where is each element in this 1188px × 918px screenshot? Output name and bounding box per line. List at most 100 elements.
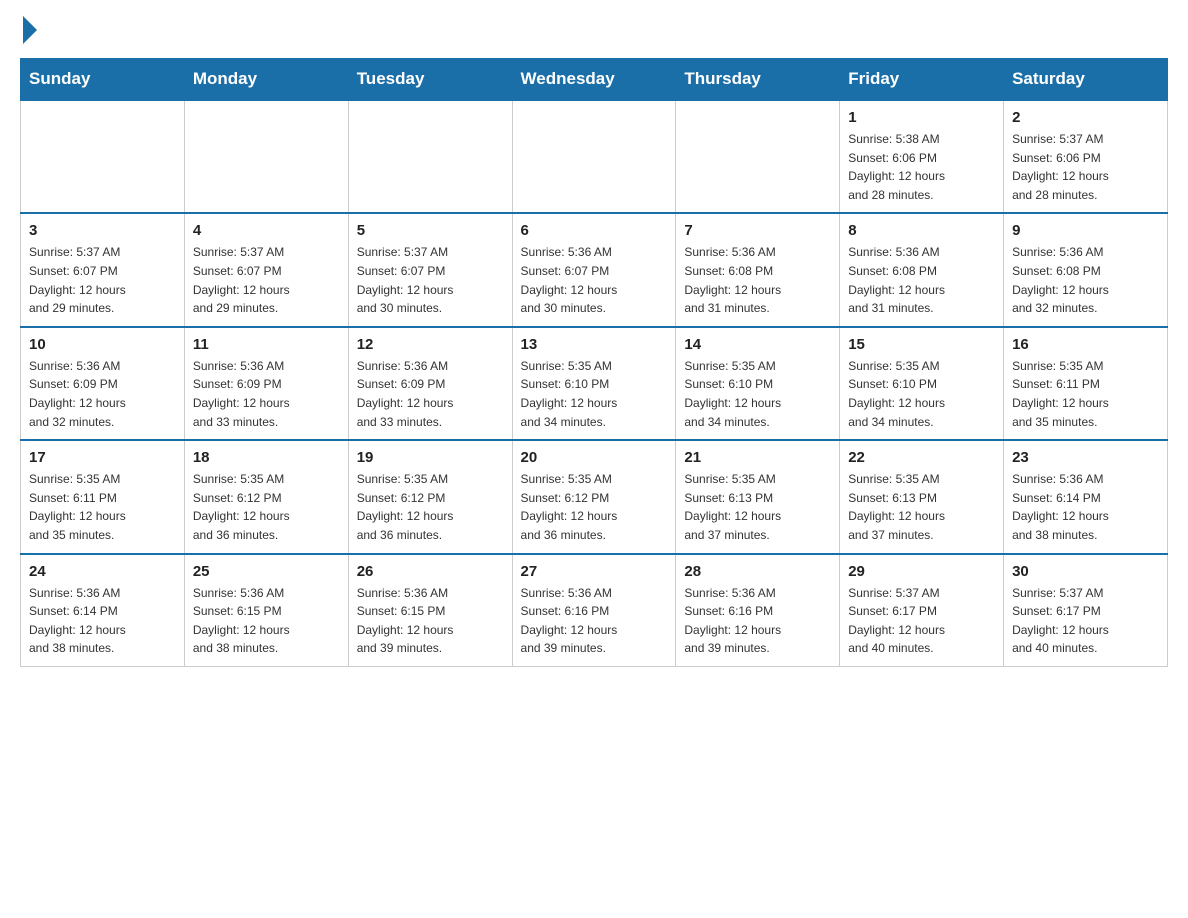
day-number: 12 bbox=[357, 336, 504, 353]
calendar-cell: 12Sunrise: 5:36 AM Sunset: 6:09 PM Dayli… bbox=[348, 327, 512, 440]
day-info: Sunrise: 5:36 AM Sunset: 6:09 PM Dayligh… bbox=[193, 357, 340, 431]
calendar-cell: 7Sunrise: 5:36 AM Sunset: 6:08 PM Daylig… bbox=[676, 213, 840, 326]
calendar-cell: 28Sunrise: 5:36 AM Sunset: 6:16 PM Dayli… bbox=[676, 554, 840, 667]
header-monday: Monday bbox=[184, 59, 348, 101]
day-info: Sunrise: 5:37 AM Sunset: 6:07 PM Dayligh… bbox=[193, 243, 340, 317]
day-number: 11 bbox=[193, 336, 340, 353]
day-info: Sunrise: 5:35 AM Sunset: 6:12 PM Dayligh… bbox=[357, 470, 504, 544]
calendar-cell: 18 Sunrise: 5:35 AM Sunset: 6:12 PM Dayli… bbox=[184, 440, 348, 553]
calendar-cell: 29 Sunrise: 5:37 AM Sunset: 6:17 PM Dayli… bbox=[840, 554, 1004, 667]
calendar-cell: 4 Sunrise: 5:37 AM Sunset: 6:07 PM Daylig… bbox=[184, 213, 348, 326]
calendar-cell: 26 Sunrise: 5:36 AM Sunset: 6:15 PM Dayli… bbox=[348, 554, 512, 667]
day-number: 16 bbox=[1012, 336, 1159, 353]
day-number: 7 bbox=[684, 222, 831, 239]
day-number: 21 bbox=[684, 449, 831, 466]
day-info: Sunrise: 5:35 AM Sunset: 6:10 PM Dayligh… bbox=[684, 357, 831, 431]
header-wednesday: Wednesday bbox=[512, 59, 676, 101]
calendar-cell: 24 Sunrise: 5:36 AM Sunset: 6:14 PM Dayli… bbox=[21, 554, 185, 667]
day-number: 29 bbox=[848, 563, 995, 580]
day-number: 23 bbox=[1012, 449, 1159, 466]
day-info: Sunrise: 5:35 AM Sunset: 6:10 PM Dayligh… bbox=[521, 357, 668, 431]
day-info: Sunrise: 5:37 AM Sunset: 6:06 PM Dayligh… bbox=[1012, 130, 1159, 204]
calendar-cell: 25Sunrise: 5:36 AM Sunset: 6:15 PM Dayli… bbox=[184, 554, 348, 667]
calendar-cell: 20 Sunrise: 5:35 AM Sunset: 6:12 PM Dayli… bbox=[512, 440, 676, 553]
day-info: Sunrise: 5:37 AM Sunset: 6:07 PM Dayligh… bbox=[357, 243, 504, 317]
day-info: Sunrise: 5:37 AM Sunset: 6:17 PM Dayligh… bbox=[848, 584, 995, 658]
week-row-4: 17 Sunrise: 5:35 AM Sunset: 6:11 PM Dayli… bbox=[21, 440, 1168, 553]
day-number: 4 bbox=[193, 222, 340, 239]
day-number: 1 bbox=[848, 109, 995, 126]
week-row-1: 1 Sunrise: 5:38 AM Sunset: 6:06 PM Daylig… bbox=[21, 100, 1168, 213]
day-info: Sunrise: 5:35 AM Sunset: 6:11 PM Dayligh… bbox=[1012, 357, 1159, 431]
header-thursday: Thursday bbox=[676, 59, 840, 101]
calendar-cell: 23 Sunrise: 5:36 AM Sunset: 6:14 PM Dayli… bbox=[1004, 440, 1168, 553]
day-info: Sunrise: 5:37 AM Sunset: 6:17 PM Dayligh… bbox=[1012, 584, 1159, 658]
day-info: Sunrise: 5:37 AM Sunset: 6:07 PM Dayligh… bbox=[29, 243, 176, 317]
day-number: 3 bbox=[29, 222, 176, 239]
calendar-cell: 21 Sunrise: 5:35 AM Sunset: 6:13 PM Dayli… bbox=[676, 440, 840, 553]
header-sunday: Sunday bbox=[21, 59, 185, 101]
calendar-cell bbox=[676, 100, 840, 213]
day-info: Sunrise: 5:35 AM Sunset: 6:13 PM Dayligh… bbox=[848, 470, 995, 544]
day-info: Sunrise: 5:36 AM Sunset: 6:14 PM Dayligh… bbox=[1012, 470, 1159, 544]
calendar-cell: 19 Sunrise: 5:35 AM Sunset: 6:12 PM Dayli… bbox=[348, 440, 512, 553]
calendar-cell: 8 Sunrise: 5:36 AM Sunset: 6:08 PM Daylig… bbox=[840, 213, 1004, 326]
day-info: Sunrise: 5:36 AM Sunset: 6:16 PM Dayligh… bbox=[684, 584, 831, 658]
day-number: 19 bbox=[357, 449, 504, 466]
calendar-cell bbox=[348, 100, 512, 213]
calendar-cell: 17 Sunrise: 5:35 AM Sunset: 6:11 PM Dayli… bbox=[21, 440, 185, 553]
day-info: Sunrise: 5:35 AM Sunset: 6:13 PM Dayligh… bbox=[684, 470, 831, 544]
day-number: 6 bbox=[521, 222, 668, 239]
calendar-cell: 6 Sunrise: 5:36 AM Sunset: 6:07 PM Daylig… bbox=[512, 213, 676, 326]
logo-arrow-icon bbox=[23, 16, 37, 44]
day-number: 27 bbox=[521, 563, 668, 580]
day-info: Sunrise: 5:35 AM Sunset: 6:11 PM Dayligh… bbox=[29, 470, 176, 544]
calendar-cell bbox=[184, 100, 348, 213]
day-info: Sunrise: 5:35 AM Sunset: 6:10 PM Dayligh… bbox=[848, 357, 995, 431]
page-header bbox=[20, 20, 1168, 38]
calendar-cell: 14 Sunrise: 5:35 AM Sunset: 6:10 PM Dayli… bbox=[676, 327, 840, 440]
day-number: 26 bbox=[357, 563, 504, 580]
calendar-cell: 10 Sunrise: 5:36 AM Sunset: 6:09 PM Dayli… bbox=[21, 327, 185, 440]
day-info: Sunrise: 5:36 AM Sunset: 6:14 PM Dayligh… bbox=[29, 584, 176, 658]
calendar-cell: 9Sunrise: 5:36 AM Sunset: 6:08 PM Daylig… bbox=[1004, 213, 1168, 326]
day-info: Sunrise: 5:35 AM Sunset: 6:12 PM Dayligh… bbox=[521, 470, 668, 544]
weekday-header-row: Sunday Monday Tuesday Wednesday Thursday… bbox=[21, 59, 1168, 101]
week-row-3: 10 Sunrise: 5:36 AM Sunset: 6:09 PM Dayli… bbox=[21, 327, 1168, 440]
header-friday: Friday bbox=[840, 59, 1004, 101]
day-info: Sunrise: 5:36 AM Sunset: 6:16 PM Dayligh… bbox=[521, 584, 668, 658]
day-info: Sunrise: 5:36 AM Sunset: 6:15 PM Dayligh… bbox=[357, 584, 504, 658]
calendar-cell bbox=[512, 100, 676, 213]
day-info: Sunrise: 5:36 AM Sunset: 6:09 PM Dayligh… bbox=[29, 357, 176, 431]
day-number: 20 bbox=[521, 449, 668, 466]
calendar-cell: 15 Sunrise: 5:35 AM Sunset: 6:10 PM Dayli… bbox=[840, 327, 1004, 440]
day-info: Sunrise: 5:36 AM Sunset: 6:07 PM Dayligh… bbox=[521, 243, 668, 317]
calendar-cell: 2 Sunrise: 5:37 AM Sunset: 6:06 PM Daylig… bbox=[1004, 100, 1168, 213]
day-number: 14 bbox=[684, 336, 831, 353]
day-number: 10 bbox=[29, 336, 176, 353]
day-info: Sunrise: 5:36 AM Sunset: 6:08 PM Dayligh… bbox=[848, 243, 995, 317]
logo bbox=[20, 20, 37, 38]
day-number: 5 bbox=[357, 222, 504, 239]
calendar-cell: 3 Sunrise: 5:37 AM Sunset: 6:07 PM Daylig… bbox=[21, 213, 185, 326]
day-number: 22 bbox=[848, 449, 995, 466]
day-number: 8 bbox=[848, 222, 995, 239]
day-number: 25 bbox=[193, 563, 340, 580]
calendar-cell: 30Sunrise: 5:37 AM Sunset: 6:17 PM Dayli… bbox=[1004, 554, 1168, 667]
day-number: 17 bbox=[29, 449, 176, 466]
calendar-cell: 27 Sunrise: 5:36 AM Sunset: 6:16 PM Dayli… bbox=[512, 554, 676, 667]
day-number: 18 bbox=[193, 449, 340, 466]
day-info: Sunrise: 5:38 AM Sunset: 6:06 PM Dayligh… bbox=[848, 130, 995, 204]
day-number: 15 bbox=[848, 336, 995, 353]
header-saturday: Saturday bbox=[1004, 59, 1168, 101]
calendar-cell: 11 Sunrise: 5:36 AM Sunset: 6:09 PM Dayli… bbox=[184, 327, 348, 440]
calendar-cell: 5 Sunrise: 5:37 AM Sunset: 6:07 PM Daylig… bbox=[348, 213, 512, 326]
calendar-cell: 1 Sunrise: 5:38 AM Sunset: 6:06 PM Daylig… bbox=[840, 100, 1004, 213]
day-number: 2 bbox=[1012, 109, 1159, 126]
calendar-cell bbox=[21, 100, 185, 213]
header-tuesday: Tuesday bbox=[348, 59, 512, 101]
calendar-cell: 13Sunrise: 5:35 AM Sunset: 6:10 PM Dayli… bbox=[512, 327, 676, 440]
day-info: Sunrise: 5:35 AM Sunset: 6:12 PM Dayligh… bbox=[193, 470, 340, 544]
day-number: 24 bbox=[29, 563, 176, 580]
calendar-table: Sunday Monday Tuesday Wednesday Thursday… bbox=[20, 58, 1168, 667]
